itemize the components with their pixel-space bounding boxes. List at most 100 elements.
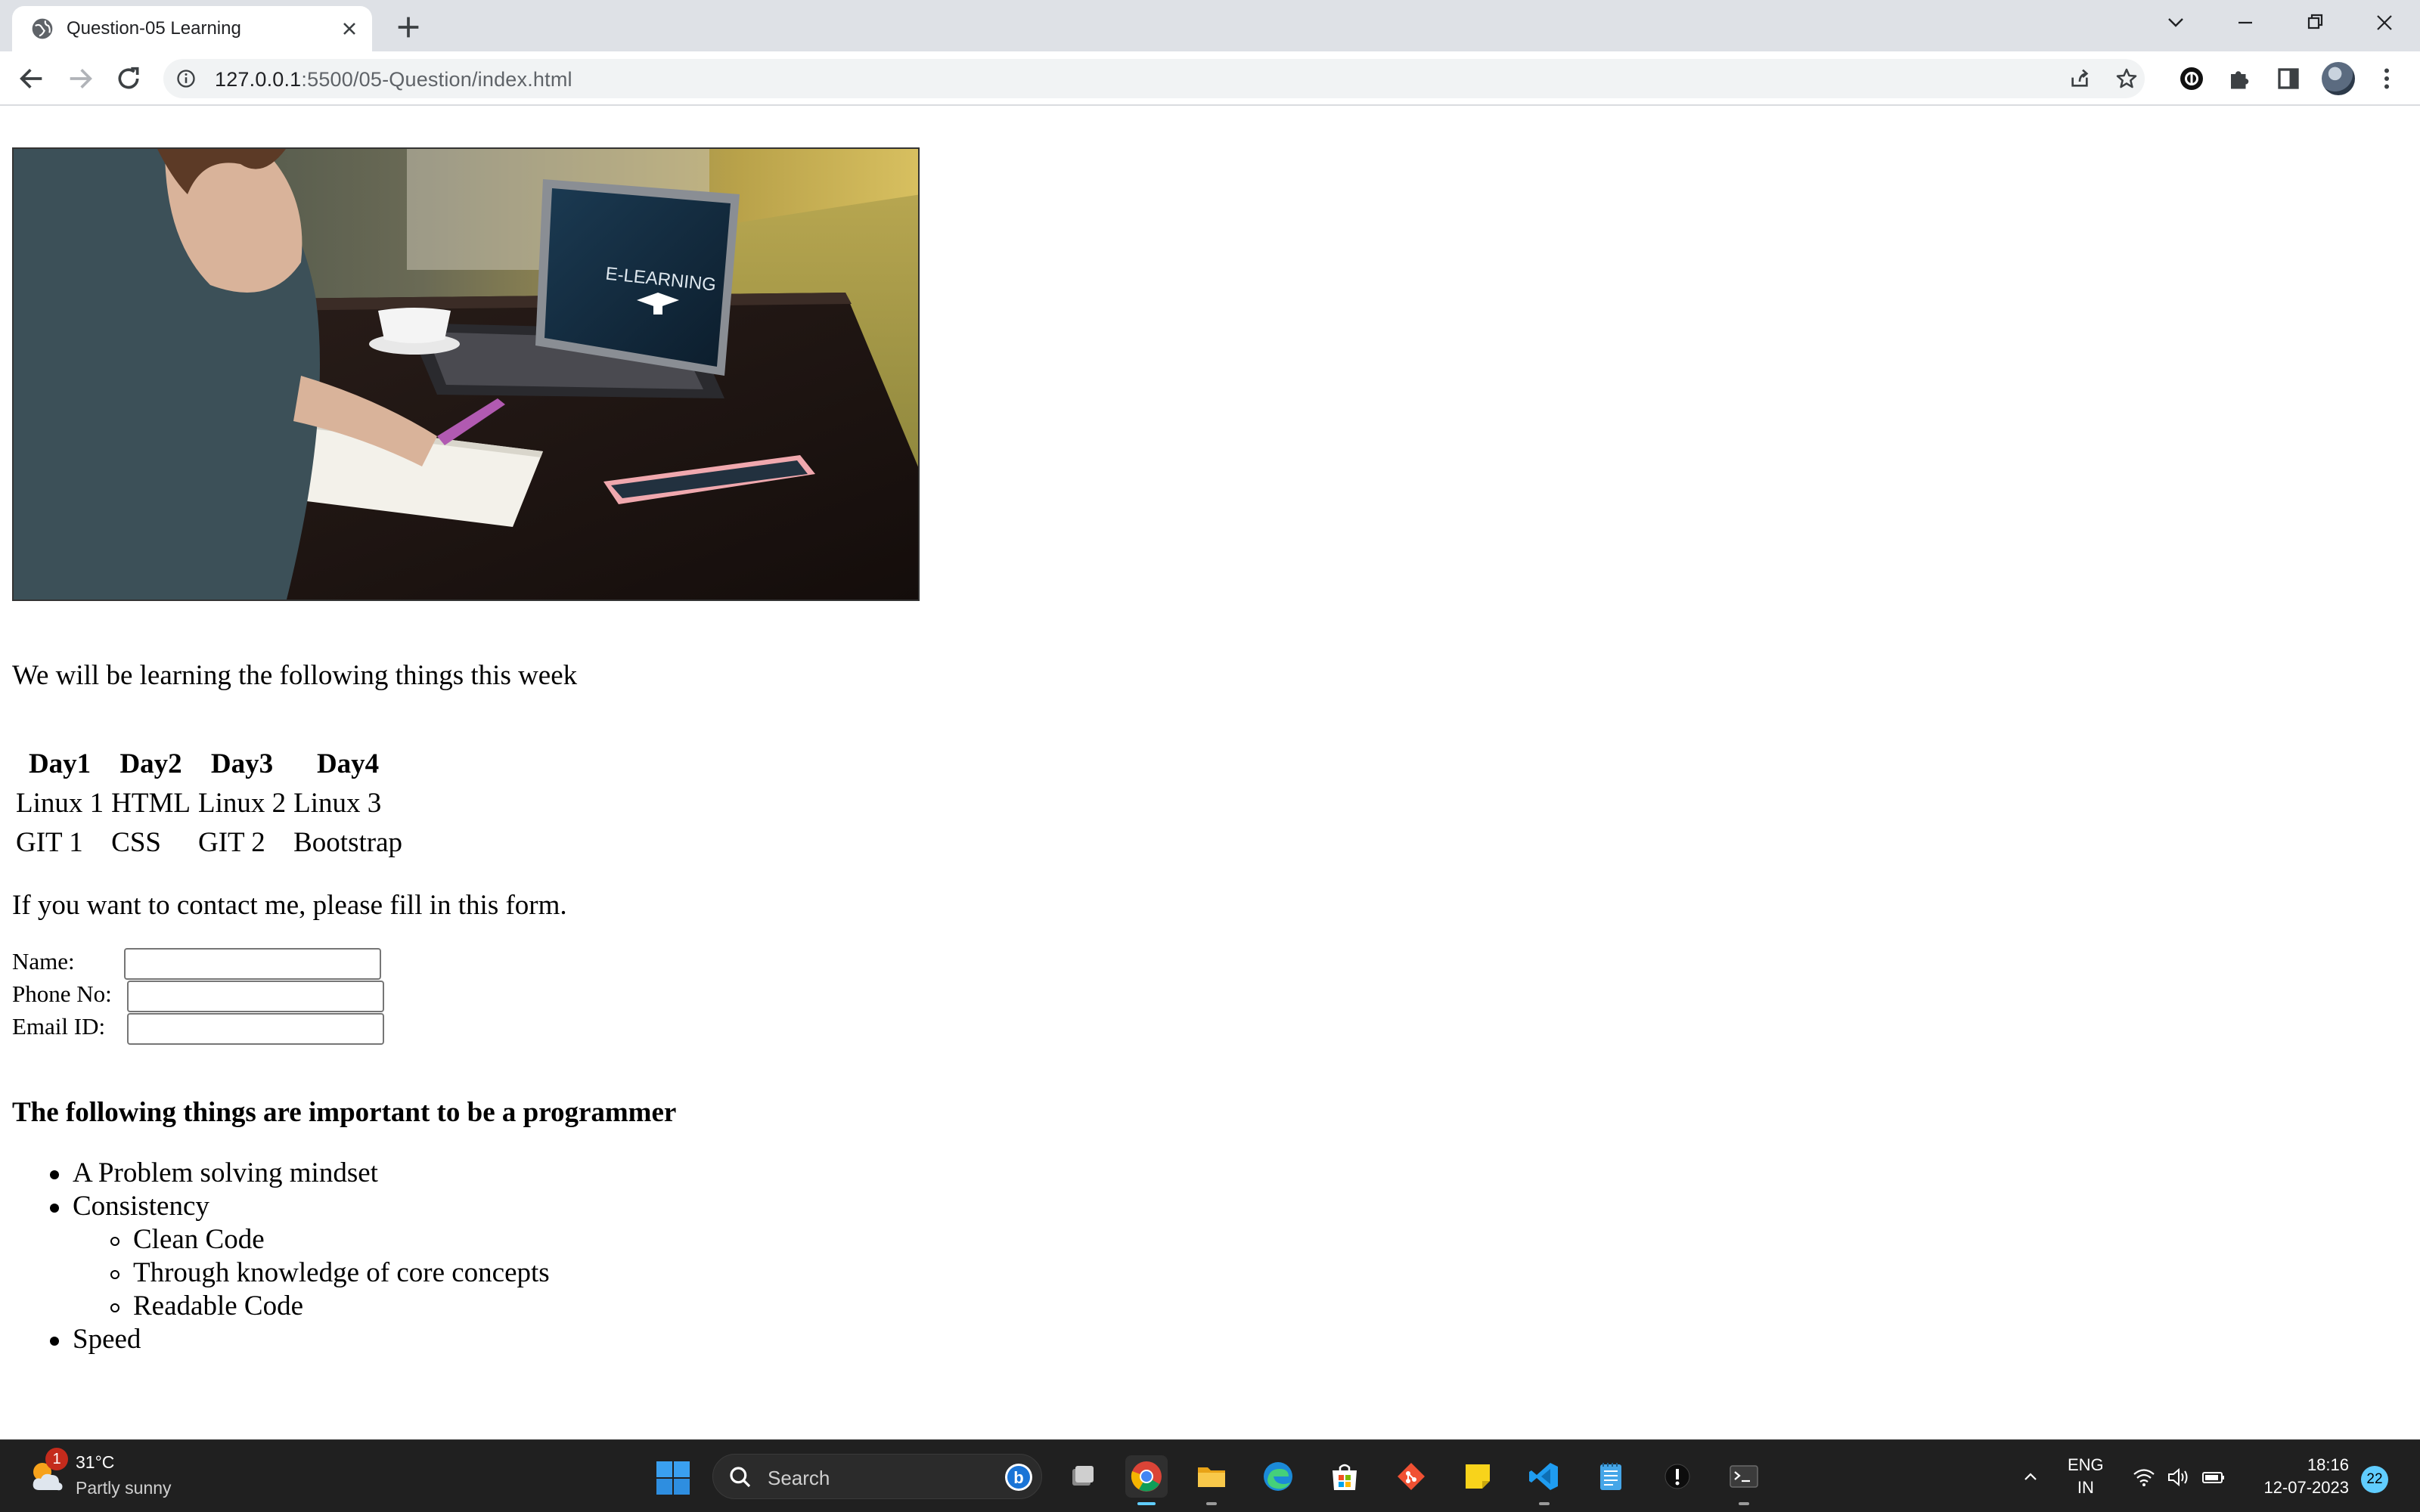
close-icon[interactable]: [339, 18, 360, 39]
phone-input[interactable]: [127, 981, 384, 1012]
taskbar-git[interactable]: [1390, 1455, 1432, 1498]
phone-label: Phone No:: [12, 981, 112, 1007]
extension-icon[interactable]: [2178, 65, 2205, 92]
table-header-cell: Day3: [210, 748, 274, 779]
form-row-name: Name:: [12, 948, 381, 980]
running-indicator: [1206, 1502, 1217, 1505]
share-icon[interactable]: [2068, 67, 2092, 91]
table-cell: Linux 3: [293, 788, 382, 819]
close-icon[interactable]: [2366, 6, 2403, 39]
table-cell: CSS: [111, 827, 161, 858]
globe-icon: [32, 18, 53, 39]
profile-avatar[interactable]: [2322, 62, 2355, 95]
wifi-icon[interactable]: [2131, 1464, 2157, 1490]
notification-badge[interactable]: 22: [2361, 1466, 2388, 1493]
taskbar-task-view[interactable]: [1060, 1455, 1103, 1498]
bullet-icon: [50, 1204, 59, 1213]
task-view-icon: [1072, 1466, 1094, 1486]
address-bar[interactable]: 127.0.0.1:5500/05-Question/index.html: [163, 59, 2145, 98]
vscode-icon: [1529, 1463, 1558, 1490]
star-icon[interactable]: [2114, 67, 2139, 91]
minimize-icon[interactable]: [2226, 6, 2264, 39]
table-cell: GIT 2: [197, 827, 265, 858]
svg-text:b: b: [1013, 1468, 1023, 1487]
bullet-icon: [50, 1337, 59, 1346]
name-input[interactable]: [124, 948, 381, 980]
plus-icon[interactable]: [393, 12, 424, 42]
skills-list: A Problem solving mindset Consistency Cl…: [12, 1157, 550, 1356]
back-arrow-icon[interactable]: [17, 64, 47, 94]
windows-taskbar: 1 31°C Partly sunny Search b ENG IN 18:1…: [0, 1439, 2420, 1512]
taskbar-app-alert[interactable]: [1656, 1455, 1699, 1498]
circle-bullet-icon: [110, 1303, 119, 1312]
tab-title: Question-05 Learning: [67, 18, 241, 39]
sub-list-item: Readable Code: [12, 1290, 550, 1323]
name-label: Name:: [12, 948, 75, 974]
windows-start-icon[interactable]: [655, 1460, 691, 1496]
taskbar-chrome[interactable]: [1125, 1455, 1168, 1505]
info-icon[interactable]: [175, 68, 197, 89]
taskbar-search[interactable]: Search b: [712, 1454, 1042, 1499]
form-row-email: Email ID:: [12, 1013, 384, 1045]
taskbar-sticky-notes[interactable]: [1457, 1455, 1499, 1498]
form-row-phone: Phone No:: [12, 981, 384, 1012]
taskbar-terminal[interactable]: [1723, 1455, 1765, 1505]
chevron-up-icon[interactable]: [2018, 1464, 2043, 1490]
bing-icon[interactable]: b: [1004, 1462, 1034, 1492]
list-item: Speed: [12, 1323, 550, 1356]
table-row: GIT 1 CSS GIT 2 Bootstrap: [12, 823, 406, 863]
menu-dots-icon[interactable]: [2373, 65, 2400, 92]
browser-toolbar: 127.0.0.1:5500/05-Question/index.html: [0, 51, 2420, 106]
chrome-icon: [1131, 1461, 1162, 1492]
taskbar-search-placeholder: Search: [768, 1467, 830, 1489]
hero-image: E-LEARNING: [12, 147, 920, 601]
schedule-table: Day1 Day2 Day3 Day4 Linux 1 HTML Linux 2…: [12, 745, 406, 863]
circle-bullet-icon: [110, 1237, 119, 1246]
bullet-icon: [50, 1170, 59, 1179]
language-indicator[interactable]: ENG IN: [2068, 1454, 2104, 1499]
contact-text: If you want to contact me, please fill i…: [12, 890, 567, 921]
url-text: 127.0.0.1:5500/05-Question/index.html: [215, 68, 572, 91]
page-content: E-LEARNING We will be learning the follo…: [0, 106, 2420, 1439]
taskbar-vscode[interactable]: [1523, 1455, 1565, 1505]
table-header-cell: Day4: [316, 748, 380, 779]
reload-icon[interactable]: [113, 64, 144, 94]
circle-bullet-icon: [110, 1270, 119, 1279]
language-line1: ENG: [2068, 1455, 2104, 1474]
list-item-text: A Problem solving mindset: [73, 1157, 378, 1188]
alert-app-icon: [1665, 1464, 1690, 1489]
taskbar-notepad[interactable]: [1590, 1455, 1632, 1498]
weather-badge: 1: [45, 1448, 68, 1470]
forward-arrow-icon[interactable]: [65, 64, 95, 94]
taskbar-clock[interactable]: 18:16 12-07-2023: [2243, 1454, 2349, 1499]
browser-tab[interactable]: Question-05 Learning: [12, 6, 372, 51]
table-row: Linux 1 HTML Linux 2 Linux 3: [12, 784, 406, 823]
table-cell: Bootstrap: [293, 827, 402, 858]
taskbar-edge[interactable]: [1257, 1455, 1299, 1498]
notepad-icon: [1600, 1463, 1621, 1490]
table-header-cell: Day1: [28, 748, 92, 779]
search-icon: [730, 1467, 751, 1488]
table-cell: Linux 1: [16, 788, 104, 819]
puzzle-icon[interactable]: [2226, 65, 2254, 92]
volume-icon[interactable]: [2166, 1464, 2192, 1490]
taskbar-file-explorer[interactable]: [1190, 1455, 1233, 1505]
taskbar-store[interactable]: [1323, 1455, 1366, 1498]
language-line2: IN: [2077, 1478, 2094, 1497]
weather-temp: 31°C: [76, 1452, 115, 1472]
section-heading: The following things are important to be…: [12, 1097, 677, 1128]
terminal-icon: [1730, 1465, 1758, 1488]
restore-icon[interactable]: [2296, 6, 2334, 39]
chevron-down-icon[interactable]: [2157, 6, 2195, 39]
battery-icon[interactable]: [2201, 1464, 2226, 1490]
table-cell: Linux 2: [197, 788, 287, 819]
intro-text: We will be learning the following things…: [12, 660, 578, 691]
email-input[interactable]: [127, 1013, 384, 1045]
side-panel-icon[interactable]: [2275, 65, 2302, 92]
url-path: :5500/05-Question/index.html: [301, 68, 572, 91]
git-icon: [1398, 1463, 1425, 1490]
browser-tab-bar: Question-05 Learning: [0, 0, 2420, 51]
list-item-text: Through knowledge of core concepts: [133, 1257, 550, 1288]
list-item: Consistency: [12, 1190, 550, 1223]
table-cell: HTML: [111, 788, 191, 819]
